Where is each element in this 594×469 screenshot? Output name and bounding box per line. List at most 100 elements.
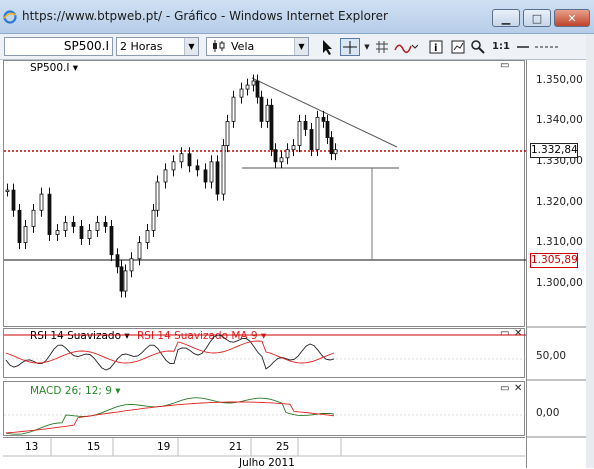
time-axis: 13 15 19 21 25 Julho 2011 — [3, 437, 525, 469]
candle-body — [297, 121, 302, 147]
candle-body — [321, 116, 326, 122]
crosshair-tool-button[interactable] — [340, 38, 360, 56]
drawing-tools-button[interactable] — [394, 38, 420, 56]
macd-tick: 0,00 — [536, 407, 560, 419]
candle-body — [309, 129, 314, 151]
candle-body — [11, 189, 16, 211]
candle-body — [285, 149, 290, 159]
candle-body — [329, 137, 334, 155]
chart-style-value: Vela — [231, 40, 255, 53]
current-price-tag: 1.332,84 — [530, 143, 578, 158]
info-icon: i — [429, 40, 443, 54]
candle-body — [137, 242, 142, 260]
macd-lines — [4, 397, 526, 435]
rsi-pane[interactable]: RSI 14 Suavizado ▾ RSI 14 Suavizado MA 9… — [3, 328, 526, 378]
candle-body — [239, 88, 244, 98]
trend-line — [251, 77, 398, 148]
rsi-tick: 50,00 — [536, 350, 567, 362]
crosshair-menu-button[interactable]: ▼ — [362, 38, 372, 56]
dashed-line-icon — [535, 46, 559, 48]
grid-icon — [376, 41, 388, 53]
svg-text:i: i — [434, 43, 437, 54]
magnifier-icon — [471, 40, 485, 54]
candle-body — [17, 209, 22, 243]
chart-indicator-icon — [451, 40, 465, 54]
candle-body — [179, 153, 184, 163]
interval-select[interactable]: 2 Horas ▼ — [116, 37, 199, 56]
symbol-input[interactable]: SP500.I — [4, 37, 113, 56]
price-chart-pane[interactable]: SP500.I ▾ ▭ — [3, 60, 526, 327]
candle-body — [31, 209, 36, 227]
rsi-lines — [4, 334, 526, 371]
price-tick: 1.310,00 — [536, 236, 583, 248]
price-tick: 1.340,00 — [536, 114, 583, 126]
pointer-tool-button[interactable] — [318, 38, 336, 56]
candle-body — [255, 80, 260, 98]
price-candles — [4, 74, 526, 298]
zoom-reset-button[interactable]: 1:1 — [492, 38, 510, 56]
candle-body — [221, 145, 226, 195]
minimize-icon: ▁ — [501, 11, 511, 25]
candle-body — [39, 193, 44, 211]
candle-body — [333, 149, 338, 155]
candle-body — [145, 230, 150, 243]
candle-body — [23, 226, 28, 244]
grid-button[interactable] — [374, 38, 390, 56]
candle-body — [187, 153, 192, 167]
candle-body — [95, 221, 100, 231]
candle-body — [115, 254, 120, 268]
candle-body — [55, 230, 60, 235]
price-tick: 1.320,00 — [536, 196, 583, 208]
candle-body — [123, 270, 128, 292]
maximize-button[interactable]: □ — [523, 9, 551, 27]
chart-style-select[interactable]: Vela ▼ — [206, 37, 309, 56]
window-title: https://www.btpweb.pt/ - Gráfico - Windo… — [22, 9, 388, 23]
candle-body — [215, 161, 220, 195]
day-label: 13 — [25, 441, 39, 453]
macd-signal-line — [5, 401, 335, 434]
candle-body — [79, 226, 84, 239]
candle-body — [103, 221, 108, 227]
candle-body — [259, 96, 264, 122]
maximize-icon: □ — [531, 11, 543, 25]
symbol-value: SP500.I — [63, 39, 109, 53]
candle-body — [63, 221, 68, 231]
chevron-down-icon: ▼ — [294, 38, 308, 55]
cursor-arrow-icon — [323, 40, 332, 55]
ie-logo-icon — [3, 10, 17, 24]
candle-body — [109, 226, 114, 256]
candle-body — [209, 161, 214, 183]
close-icon: ✕ — [567, 11, 577, 25]
zoom-button[interactable] — [470, 38, 486, 56]
indicators-button[interactable] — [450, 38, 466, 56]
close-button[interactable]: ✕ — [554, 9, 590, 27]
line-tool-button[interactable] — [516, 38, 530, 56]
day-label: 21 — [229, 441, 243, 453]
candle-body — [87, 230, 92, 239]
candle-body — [129, 258, 134, 272]
rsi-line — [5, 334, 335, 371]
line-style-button[interactable] — [534, 38, 560, 56]
candle-body — [195, 165, 200, 171]
wave-draw-icon — [394, 44, 418, 54]
price-tick: 1.350,00 — [536, 74, 583, 86]
macd-pane[interactable]: MACD 26; 12; 9 ▾ ▭ ✕ — [3, 381, 526, 436]
candle-body — [203, 169, 208, 183]
candle-body — [47, 193, 52, 235]
candle-body — [151, 209, 156, 231]
info-button[interactable]: i — [428, 38, 444, 56]
candle-body — [325, 121, 330, 138]
candle-body — [269, 104, 274, 151]
rsi-ma-line — [5, 340, 335, 364]
month-label: Julho 2011 — [239, 457, 295, 469]
candle-body — [291, 145, 296, 151]
minimize-button[interactable]: ▁ — [492, 9, 520, 27]
vertical-scrollbar[interactable] — [586, 34, 594, 468]
candle-body — [155, 181, 160, 211]
day-label: 15 — [87, 441, 101, 453]
interval-value: 2 Horas — [120, 40, 163, 53]
candle-body — [265, 104, 270, 122]
chevron-down-icon: ▼ — [184, 38, 198, 55]
candle-body — [231, 96, 236, 122]
candle-body — [245, 84, 250, 90]
